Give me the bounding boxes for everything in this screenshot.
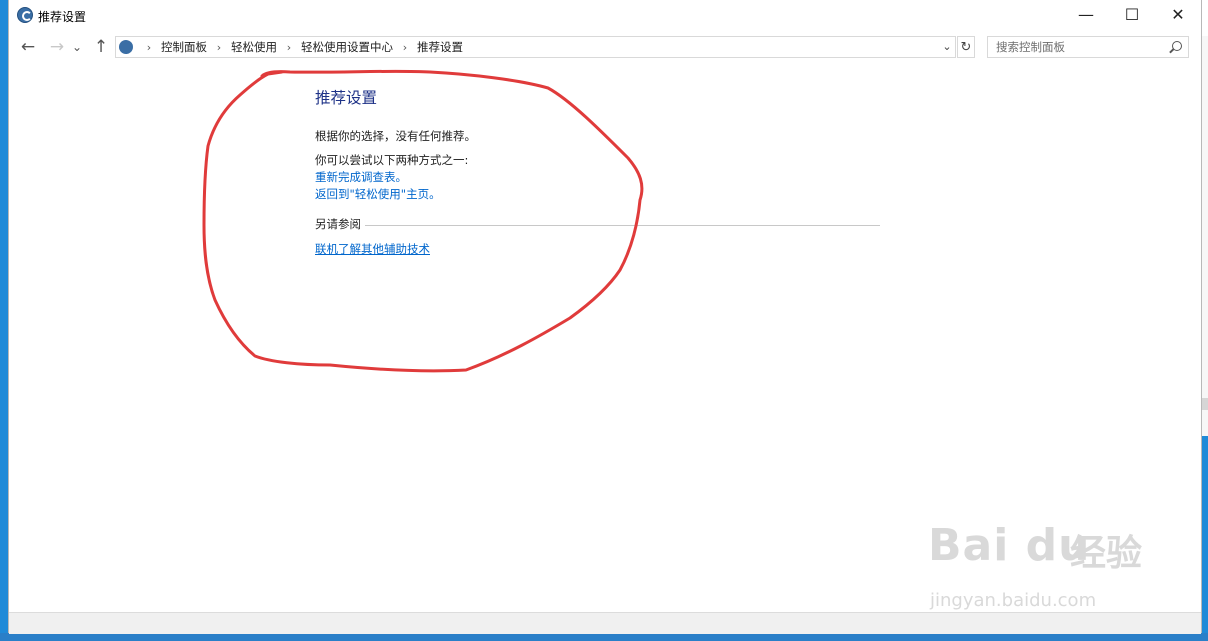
ease-of-access-icon	[17, 7, 33, 23]
see-also-divider	[365, 225, 880, 226]
ease-of-access-home-link[interactable]: 返回到"轻松使用"主页。	[315, 186, 441, 202]
background-window-edge	[1201, 36, 1208, 436]
minimize-button[interactable]: —	[1063, 0, 1109, 30]
search-box[interactable]: 搜索控制面板	[987, 36, 1189, 58]
breadcrumb-item-recommended-settings[interactable]: 推荐设置	[417, 40, 463, 54]
desktop-background-bottom	[0, 633, 1208, 641]
close-button[interactable]: ✕	[1155, 0, 1201, 30]
search-input[interactable]: 搜索控制面板	[996, 37, 1065, 57]
try-options-text: 你可以尝试以下两种方式之一:	[315, 153, 469, 167]
no-recommendation-text: 根据你的选择，没有任何推荐。	[315, 129, 476, 143]
navigation-bar: ← → ⌄ ↑ › 控制面板 › 轻松使用 › 轻松使用设置中心 › 推荐设置 ⌄ ↻ 搜索控…	[9, 35, 1201, 61]
watermark-brand: Bai du	[928, 520, 1091, 571]
up-arrow-icon[interactable]: ↑	[90, 35, 112, 59]
title-bar[interactable]: 推荐设置 — ☐ ✕	[9, 0, 1201, 32]
see-also-section: 另请参阅	[315, 216, 880, 232]
breadcrumb-separator-icon[interactable]: ›	[207, 38, 231, 58]
breadcrumb-separator-icon[interactable]: ›	[393, 38, 417, 58]
breadcrumb-separator-icon[interactable]: ›	[137, 38, 161, 58]
recent-locations-chevron-icon[interactable]: ⌄	[70, 35, 84, 59]
address-dropdown-icon[interactable]: ⌄	[939, 37, 955, 57]
see-also-heading: 另请参阅	[315, 216, 363, 232]
forward-arrow-icon[interactable]: →	[46, 35, 68, 59]
breadcrumb-item-ease-of-access-center[interactable]: 轻松使用设置中心	[301, 40, 393, 54]
background-window-scrollbar	[1201, 398, 1208, 410]
breadcrumb-item-control-panel[interactable]: 控制面板	[161, 40, 207, 54]
page-title: 推荐设置	[315, 89, 378, 107]
address-bar[interactable]: › 控制面板 › 轻松使用 › 轻松使用设置中心 › 推荐设置 ⌄	[115, 36, 956, 58]
breadcrumb-item-ease-of-access[interactable]: 轻松使用	[231, 40, 277, 54]
watermark-url: jingyan.baidu.com	[930, 590, 1097, 611]
maximize-button[interactable]: ☐	[1109, 0, 1155, 30]
redo-questionnaire-link[interactable]: 重新完成调查表。	[315, 169, 407, 185]
search-icon[interactable]	[1172, 41, 1182, 51]
breadcrumb-separator-icon[interactable]: ›	[277, 38, 301, 58]
window-title: 推荐设置	[38, 10, 87, 24]
back-arrow-icon[interactable]: ←	[17, 35, 39, 59]
watermark-product: 经验	[1070, 533, 1143, 574]
breadcrumb: › 控制面板 › 轻松使用 › 轻松使用设置中心 › 推荐设置	[137, 37, 463, 57]
control-panel-icon	[119, 40, 133, 54]
desktop-background-left	[0, 0, 8, 641]
assistive-technologies-online-link[interactable]: 联机了解其他辅助技术	[315, 241, 430, 257]
refresh-icon[interactable]: ↻	[957, 36, 975, 58]
baidu-jingyan-watermark: Bai du 经验 jingyan.baidu.com	[928, 520, 1188, 620]
desktop-background-right	[1201, 436, 1208, 641]
